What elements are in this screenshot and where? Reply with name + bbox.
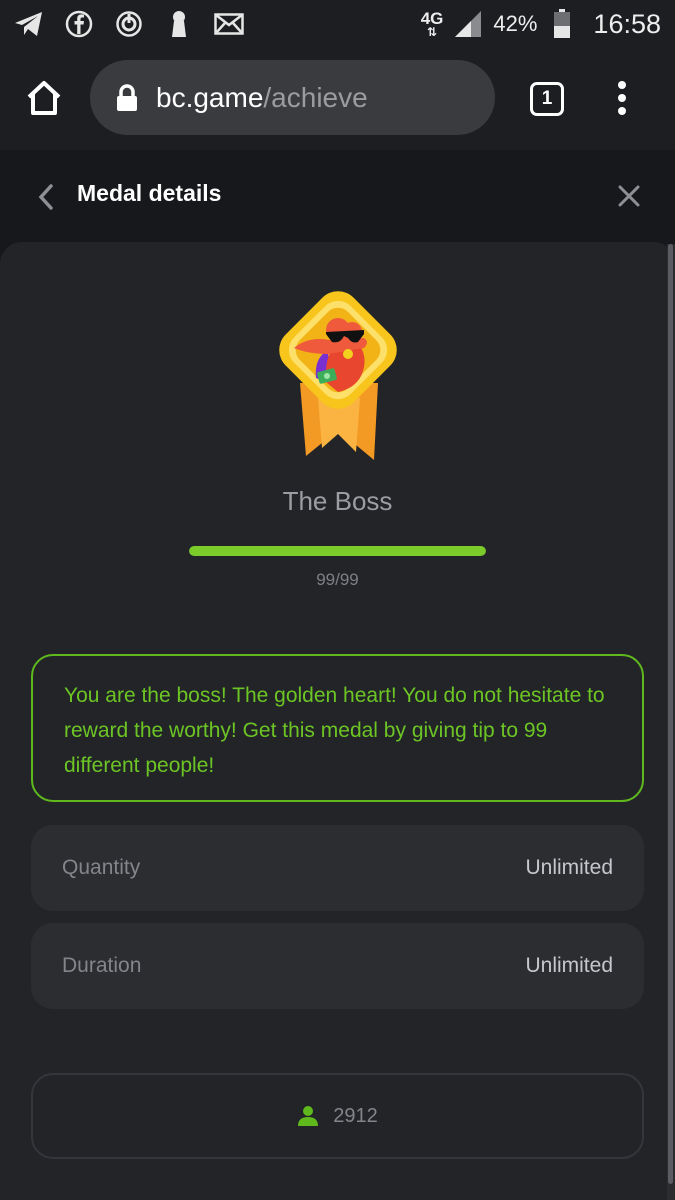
url-host: bc.game [156, 81, 264, 113]
status-bar: 4G ⇅ 42% 16:58 [0, 0, 675, 48]
medal-description-box: You are the boss! The golden heart! You … [31, 654, 644, 802]
clock: 16:58 [593, 8, 661, 39]
duration-value: Unlimited [525, 954, 613, 977]
duration-label: Duration [62, 954, 142, 977]
medal-name: The Boss [282, 486, 393, 516]
mail-icon [214, 9, 244, 39]
progress-text: 99/99 [316, 570, 359, 589]
progress-bar-fill [189, 546, 486, 556]
quantity-row: Quantity Unlimited [31, 825, 644, 911]
page-title: Medal details [77, 180, 222, 206]
holders-count-button[interactable]: 2912 [31, 1073, 644, 1159]
quantity-label: Quantity [62, 856, 141, 879]
battery-icon [547, 9, 577, 39]
telegram-icon [14, 9, 44, 39]
battery-percent: 42% [493, 11, 538, 36]
back-chevron-icon[interactable] [36, 184, 56, 210]
tab-switcher-button[interactable]: 1 [530, 82, 564, 116]
address-bar[interactable]: bc.game/achieve [90, 60, 495, 135]
signal-icon [453, 9, 483, 39]
network-type: 4G ⇅ [420, 8, 444, 39]
progress-bar [189, 546, 486, 556]
sync-icon [114, 9, 144, 39]
medal-badge-icon [268, 288, 408, 468]
overflow-menu-icon[interactable] [612, 78, 632, 118]
keyhole-icon [164, 9, 194, 39]
facebook-icon [64, 9, 94, 39]
url-path: /achieve [263, 81, 368, 113]
holders-count: 2912 [333, 1104, 378, 1127]
scrollbar-thumb[interactable] [668, 244, 673, 1184]
duration-row: Duration Unlimited [31, 923, 644, 1009]
page-header: Medal details [0, 150, 675, 242]
user-icon [297, 1105, 319, 1127]
lock-icon [116, 83, 138, 112]
quantity-value: Unlimited [525, 856, 613, 879]
close-icon[interactable] [617, 184, 641, 208]
home-icon[interactable] [24, 78, 64, 118]
medal-description: You are the boss! The golden heart! You … [64, 684, 605, 777]
browser-toolbar: bc.game/achieve 1 [0, 48, 675, 150]
